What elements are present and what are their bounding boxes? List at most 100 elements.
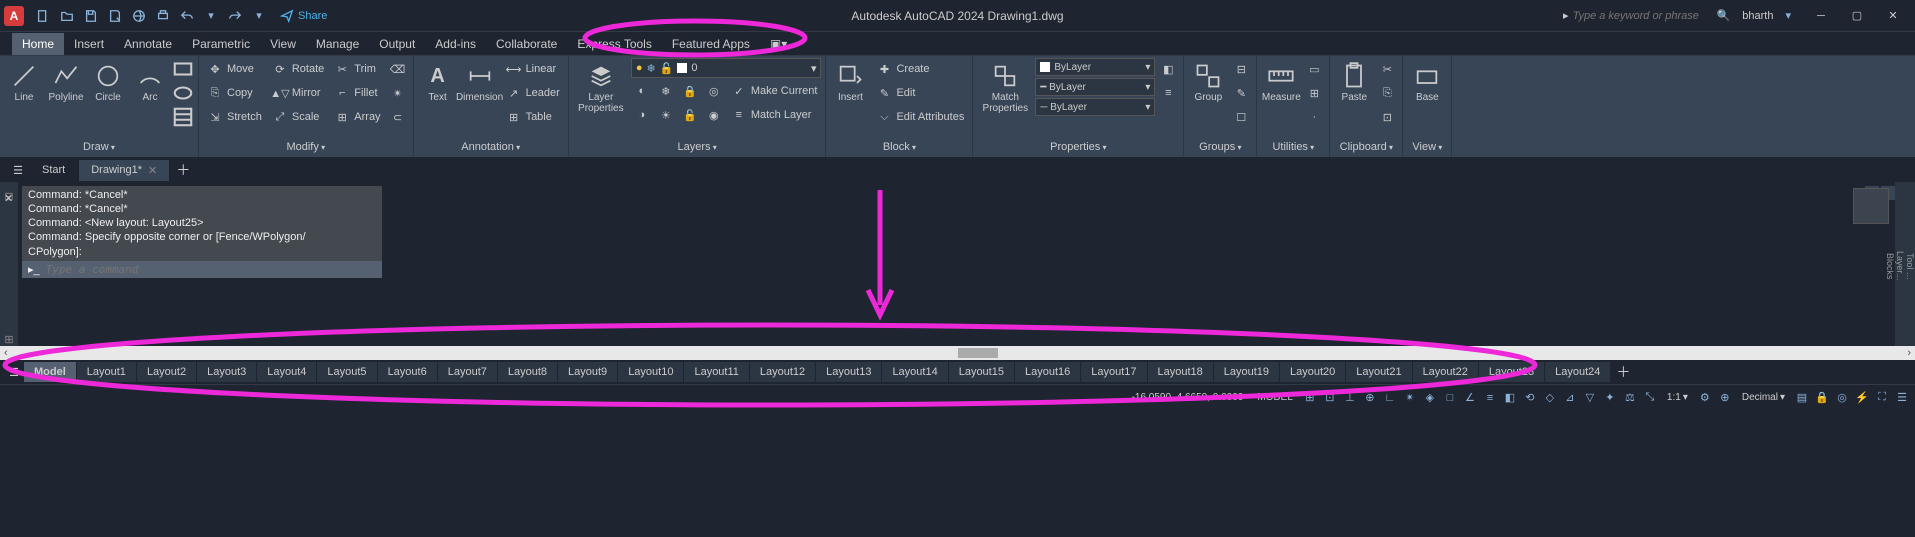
linetype-dropdown[interactable]: ─ ByLayer▾ — [1035, 98, 1155, 116]
tab-manage[interactable]: Manage — [306, 33, 369, 55]
layout-tab-22[interactable]: Layout22 — [1413, 362, 1479, 382]
annotation-visibility-icon[interactable]: ⚖ — [1621, 389, 1639, 407]
annotation-scale[interactable]: 1:1 ▾ — [1661, 390, 1694, 405]
viewcube[interactable] — [1853, 188, 1889, 224]
layer-palette-tab[interactable]: Layer... — [1895, 251, 1905, 281]
quick-properties-icon[interactable]: ▤ — [1793, 389, 1811, 407]
tab-parametric[interactable]: Parametric — [182, 33, 260, 55]
layout-tab-5[interactable]: Layout5 — [317, 362, 377, 382]
cut-icon[interactable]: ✂ — [1376, 58, 1398, 80]
dynamic-ucs-icon[interactable]: ⊿ — [1561, 389, 1579, 407]
layout-tab-8[interactable]: Layout8 — [498, 362, 558, 382]
layout-tab-11[interactable]: Layout11 — [684, 362, 749, 382]
mirror-button[interactable]: ▲▽Mirror — [268, 82, 328, 104]
layout-tab-7[interactable]: Layout7 — [438, 362, 498, 382]
tab-home[interactable]: Home — [12, 33, 64, 55]
autoscale-icon[interactable]: ⤡ — [1641, 389, 1659, 407]
layout-tab-12[interactable]: Layout12 — [750, 362, 816, 382]
selection-cycling-icon[interactable]: ⟲ — [1521, 389, 1539, 407]
color-dropdown[interactable]: ByLayer▾ — [1035, 58, 1155, 76]
user-menu[interactable]: bharth — [1742, 10, 1773, 22]
maximize-button[interactable]: ▢ — [1839, 2, 1875, 30]
layer-iso-icon[interactable]: ◎ — [703, 80, 725, 102]
coordinates[interactable]: -16.0590, 4.6650, 0.0000 — [1126, 390, 1250, 405]
layer-off-icon[interactable]: ◐ — [631, 80, 653, 102]
osnap-icon[interactable]: □ — [1441, 389, 1459, 407]
redo-dropdown-icon[interactable]: ▾ — [248, 5, 270, 27]
panel-label-layers[interactable]: Layers — [573, 139, 822, 155]
match-layer-button[interactable]: ≡Match Layer — [727, 104, 816, 126]
help-search[interactable]: ▸ 🔍 — [1563, 9, 1730, 22]
layout-tab-19[interactable]: Layout19 — [1214, 362, 1280, 382]
tab-featured[interactable]: Featured Apps — [662, 33, 760, 55]
units-display[interactable]: Decimal ▾ — [1736, 390, 1791, 405]
layout-tab-21[interactable]: Layout21 — [1346, 362, 1412, 382]
panel-label-properties[interactable]: Properties — [977, 139, 1179, 155]
array-button[interactable]: ⊞Array — [330, 106, 384, 128]
gizmo-icon[interactable]: ✦ — [1601, 389, 1619, 407]
move-button[interactable]: ✥Move — [203, 58, 266, 80]
list-icon[interactable]: ≡ — [1157, 82, 1179, 104]
search-input[interactable] — [1573, 10, 1713, 22]
table-button[interactable]: ⊞Table — [502, 106, 564, 128]
layout-tab-24[interactable]: Layout24 — [1545, 362, 1611, 382]
web-open-icon[interactable] — [128, 5, 150, 27]
start-tab[interactable]: Start — [30, 160, 77, 180]
file-tabs-menu-icon[interactable]: ☰ — [8, 160, 28, 180]
clean-screen-icon[interactable]: ⛶ — [1873, 389, 1891, 407]
customize-icon[interactable]: ☰ — [1893, 389, 1911, 407]
layout-tab-18[interactable]: Layout18 — [1148, 362, 1214, 382]
rotate-button[interactable]: ⟳Rotate — [268, 58, 328, 80]
layer-properties-button[interactable]: Layer Properties — [573, 58, 629, 118]
panel-label-view[interactable]: View — [1407, 139, 1447, 155]
tab-insert[interactable]: Insert — [64, 33, 114, 55]
annotation-monitor-icon[interactable]: ⊕ — [1716, 389, 1734, 407]
lineweight-dropdown[interactable]: ━ ByLayer▾ — [1035, 78, 1155, 96]
layout-tab-1[interactable]: Layout1 — [77, 362, 137, 382]
measure-button[interactable]: Measure — [1261, 58, 1301, 107]
offset-icon[interactable]: ⊂ — [387, 106, 409, 128]
select-icon[interactable]: ▭ — [1303, 58, 1325, 80]
panel-label-groups[interactable]: Groups — [1188, 139, 1252, 155]
ellipse-icon[interactable] — [172, 82, 194, 104]
app-menu-button[interactable]: A — [4, 6, 24, 26]
search-icon[interactable]: 🔍 — [1717, 9, 1731, 22]
snap-icon[interactable]: ⊡ — [1321, 389, 1339, 407]
infer-icon[interactable]: ⊥ — [1341, 389, 1359, 407]
layer-on-icon[interactable]: ◑ — [631, 104, 653, 126]
layout-tab-16[interactable]: Layout16 — [1015, 362, 1081, 382]
make-current-button[interactable]: ✓Make Current — [727, 80, 822, 102]
blocks-palette-tab[interactable]: Blocks — [1885, 253, 1895, 280]
panel-label-block[interactable]: Block — [830, 139, 968, 155]
tab-annotate[interactable]: Annotate — [114, 33, 182, 55]
insert-button[interactable]: Insert — [830, 58, 870, 107]
lineweight-icon[interactable]: ≡ — [1481, 389, 1499, 407]
layout-tab-17[interactable]: Layout17 — [1081, 362, 1147, 382]
create-block-button[interactable]: ✚Create — [872, 58, 968, 80]
drawing-area[interactable]: ⊟ ⊞ [−][Top][2D Wireframe] ✕ Command: *C… — [0, 182, 1915, 346]
panel-label-utilities[interactable]: Utilities — [1261, 139, 1325, 155]
add-layout-button[interactable]: ＋ — [1611, 362, 1635, 382]
layout-tab-15[interactable]: Layout15 — [949, 362, 1015, 382]
minimize-button[interactable]: ─ — [1803, 2, 1839, 30]
copy-clip-icon[interactable]: ⎘ — [1376, 82, 1398, 104]
command-window[interactable]: ✕ Command: *Cancel* Command: *Cancel* Co… — [22, 186, 382, 278]
edit-block-button[interactable]: ✎Edit — [872, 82, 968, 104]
match-properties-button[interactable]: Match Properties — [977, 58, 1033, 118]
panel-label-modify[interactable]: Modify — [203, 139, 409, 155]
new-icon[interactable] — [32, 5, 54, 27]
layout-tabs-menu-icon[interactable]: ☰ — [4, 362, 24, 382]
paste-button[interactable]: Paste — [1334, 58, 1374, 107]
arc-button[interactable]: Arc — [130, 58, 170, 107]
lock-ui-icon[interactable]: 🔒 — [1813, 389, 1831, 407]
calc-icon[interactable]: ⊞ — [1303, 82, 1325, 104]
copy-base-icon[interactable]: ⊡ — [1376, 106, 1398, 128]
ucs-toggle-icon[interactable]: ⊞ — [4, 333, 13, 346]
erase-icon[interactable]: ⌫ — [387, 58, 409, 80]
3dosnap-icon[interactable]: ◇ — [1541, 389, 1559, 407]
layout-tab-2[interactable]: Layout2 — [137, 362, 197, 382]
layout-tab-4[interactable]: Layout4 — [257, 362, 317, 382]
layout-tab-3[interactable]: Layout3 — [197, 362, 257, 382]
edit-attributes-button[interactable]: ⌵Edit Attributes — [872, 106, 968, 128]
dynamic-input-icon[interactable]: ⊕ — [1361, 389, 1379, 407]
